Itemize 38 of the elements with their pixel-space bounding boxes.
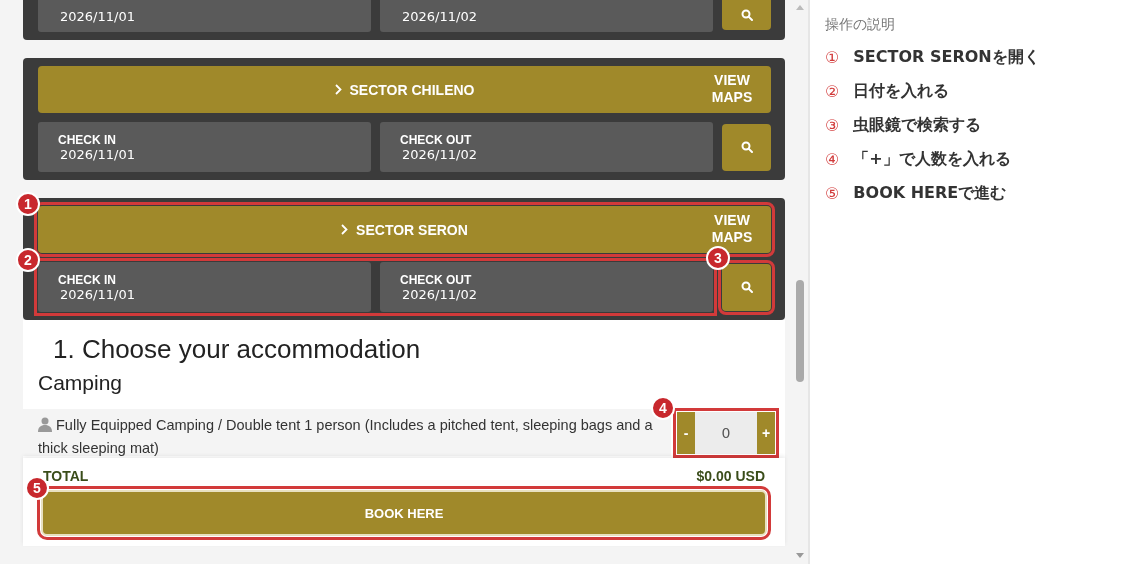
step-text: 「+」で人数を入れる — [853, 149, 1011, 170]
step-number: ③ — [825, 116, 840, 135]
check-out-field[interactable]: CHECK OUT 2026/11/02 — [380, 262, 713, 312]
search-button[interactable] — [722, 123, 771, 171]
step-number: ② — [825, 82, 840, 101]
sector-name: SECTOR CHILENO — [349, 81, 475, 98]
step-number-badge: 1 — [16, 192, 40, 216]
search-icon — [740, 281, 753, 293]
increment-button[interactable]: + — [757, 412, 775, 454]
check-in-field[interactable]: 2026/11/01 — [38, 0, 371, 32]
chevron-right-icon — [334, 84, 342, 95]
step-number: ⑤ — [825, 184, 840, 203]
instructions-title: 操作の説明 — [825, 16, 896, 34]
sector-header-button[interactable]: SECTOR CHILENO VIEW MAPS — [38, 66, 771, 113]
search-icon — [740, 141, 753, 153]
step-text: 虫眼鏡で検索する — [853, 115, 982, 136]
step-number-badge: 2 — [16, 248, 40, 272]
sector-name: SECTOR SERON — [356, 221, 468, 238]
search-icon — [740, 9, 753, 21]
step-number: ① — [825, 48, 840, 67]
section-heading: 1. Choose your accommodation — [53, 334, 422, 365]
check-out-field[interactable]: CHECK OUT 2026/11/02 — [380, 122, 713, 172]
step-text: SECTOR SERONを開く — [853, 47, 1040, 68]
step-text: 日付を入れる — [853, 81, 950, 102]
search-button[interactable] — [722, 0, 771, 30]
view-maps-link[interactable]: VIEW MAPS — [711, 212, 753, 246]
quantity-field[interactable]: 0 — [695, 412, 757, 454]
chevron-right-icon — [341, 224, 349, 235]
total-amount: $0.00 USD — [696, 468, 765, 484]
decrement-button[interactable]: - — [677, 412, 695, 454]
step-text: BOOK HEREで進む — [853, 183, 1007, 204]
check-out-field[interactable]: 2026/11/02 — [380, 0, 713, 32]
view-maps-link[interactable]: VIEW MAPS — [711, 72, 753, 106]
step-number: ④ — [825, 150, 840, 169]
person-icon — [38, 417, 52, 432]
check-in-field[interactable]: CHECK IN 2026/11/01 — [38, 262, 371, 312]
check-in-field[interactable]: CHECK IN 2026/11/01 — [38, 122, 371, 172]
category-heading: Camping — [38, 371, 124, 395]
